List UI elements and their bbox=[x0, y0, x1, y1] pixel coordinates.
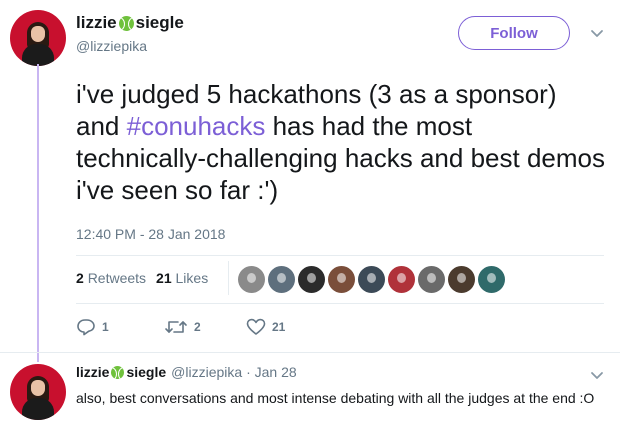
like-action[interactable]: 21 bbox=[246, 318, 285, 336]
follow-button[interactable]: Follow bbox=[458, 16, 570, 50]
heart-icon bbox=[246, 318, 266, 335]
reply-text: also, best conversations and most intens… bbox=[76, 390, 595, 406]
divider-bottom bbox=[76, 303, 604, 304]
author-name-part1: lizzie bbox=[76, 13, 117, 32]
like-count: 21 bbox=[272, 320, 286, 334]
avatar-face bbox=[31, 380, 45, 396]
reply-author-handle[interactable]: @lizziepika bbox=[171, 364, 242, 380]
retweet-icon bbox=[165, 321, 187, 333]
reply-author-name[interactable]: lizzie siegle bbox=[76, 364, 166, 380]
tennis-ball-icon bbox=[118, 15, 134, 31]
author-name[interactable]: lizzie siegle bbox=[76, 13, 184, 33]
liker-avatar[interactable] bbox=[298, 266, 325, 293]
retweets-count: 2 bbox=[76, 270, 84, 286]
retweets-label: Retweets bbox=[87, 270, 147, 286]
thread-connector-line bbox=[37, 64, 39, 362]
liker-avatar[interactable] bbox=[388, 266, 415, 293]
liker-avatar[interactable] bbox=[418, 266, 445, 293]
liker-avatar[interactable] bbox=[478, 266, 505, 293]
stats-separator bbox=[228, 261, 229, 295]
retweet-action[interactable]: 2 bbox=[164, 318, 201, 336]
reply-count: 1 bbox=[102, 320, 109, 334]
author-avatar[interactable] bbox=[10, 10, 66, 66]
reply-header: lizzie siegle @lizziepika · Jan 28 bbox=[76, 364, 297, 380]
author-handle[interactable]: @lizziepika bbox=[76, 38, 147, 54]
reply-date[interactable]: Jan 28 bbox=[255, 364, 297, 380]
reply-separator: · bbox=[242, 364, 255, 380]
tweet-actions: 1 2 21 bbox=[76, 318, 336, 340]
likes-label: Likes bbox=[175, 270, 209, 286]
retweets-stat[interactable]: 2 Retweets bbox=[76, 270, 146, 286]
divider-thread bbox=[0, 352, 620, 353]
hashtag-link[interactable]: #conuhacks bbox=[127, 111, 266, 141]
reply-author-name-part1: lizzie bbox=[76, 364, 110, 380]
liker-avatars bbox=[238, 266, 505, 293]
avatar-face bbox=[31, 26, 45, 42]
chevron-down-icon[interactable] bbox=[590, 29, 604, 39]
reply-author-avatar[interactable] bbox=[10, 364, 66, 420]
author-name-part2: siegle bbox=[135, 13, 184, 32]
liker-avatar[interactable] bbox=[328, 266, 355, 293]
avatar-body bbox=[22, 398, 54, 420]
liker-avatar[interactable] bbox=[238, 266, 265, 293]
retweet-count: 2 bbox=[194, 320, 201, 334]
liker-avatar[interactable] bbox=[448, 266, 475, 293]
tennis-ball-icon bbox=[111, 365, 125, 379]
reply-author-name-part2: siegle bbox=[126, 364, 167, 380]
liker-avatar[interactable] bbox=[358, 266, 385, 293]
tweet-timestamp[interactable]: 12:40 PM - 28 Jan 2018 bbox=[76, 226, 225, 242]
avatar-body bbox=[22, 44, 54, 66]
reply-action[interactable]: 1 bbox=[76, 318, 109, 336]
divider-top bbox=[76, 255, 604, 256]
engagement-stats: 2 Retweets 21 Likes bbox=[76, 270, 208, 286]
liker-avatar[interactable] bbox=[268, 266, 295, 293]
chevron-down-icon[interactable] bbox=[590, 371, 604, 381]
tweet-text: i've judged 5 hackathons (3 as a sponsor… bbox=[76, 78, 606, 206]
likes-count: 21 bbox=[156, 270, 172, 286]
reply-icon bbox=[77, 319, 95, 336]
likes-stat[interactable]: 21 Likes bbox=[156, 270, 208, 286]
